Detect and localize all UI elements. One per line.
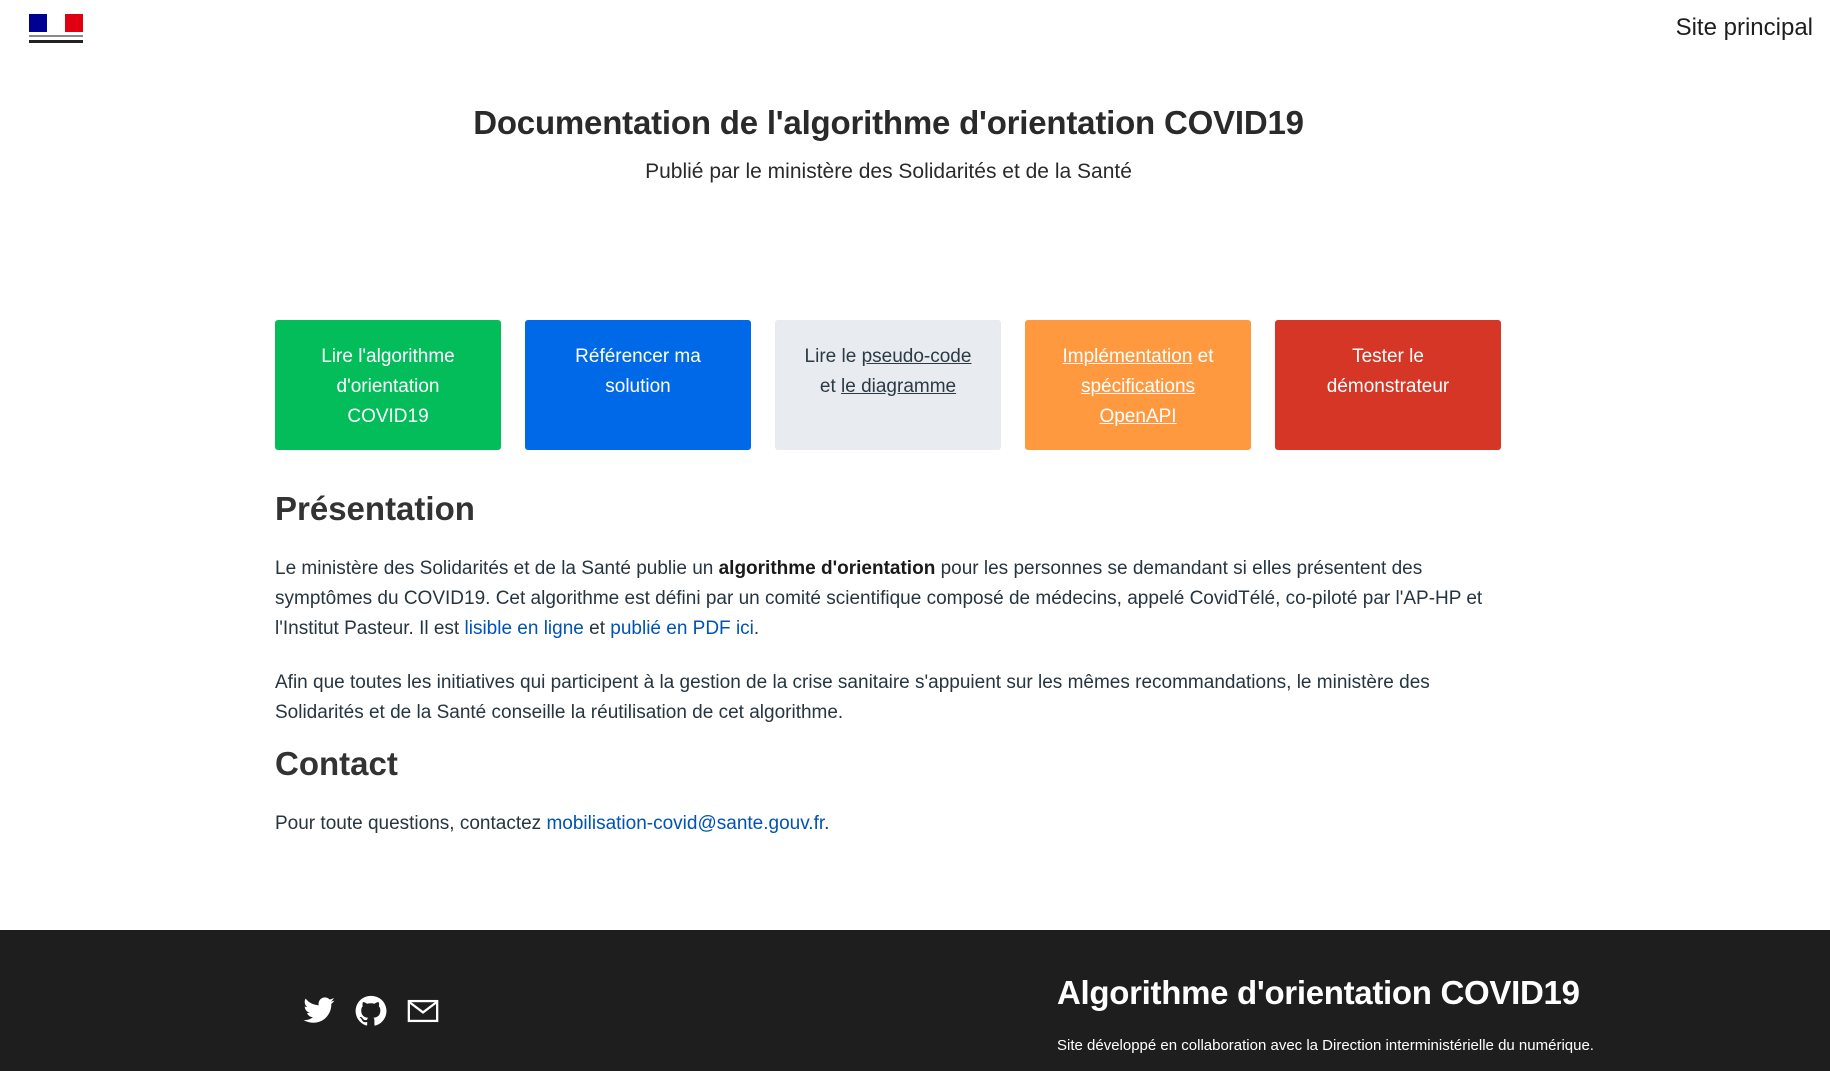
presentation-paragraph-1: Le ministère des Solidarités et de la Sa… xyxy=(275,554,1501,644)
diagramme-link[interactable]: le diagramme xyxy=(841,376,956,397)
card-pseudo-code-middle: et xyxy=(819,376,841,397)
card-referencer-solution[interactable]: Référencer ma solution xyxy=(525,320,751,450)
presentation-heading: Présentation xyxy=(275,490,475,527)
action-cards: Lire l'algorithme d'orientation COVID19 … xyxy=(275,320,1501,450)
p1-bold: algorithme d'orientation xyxy=(718,558,936,579)
lisible-en-ligne-link[interactable]: lisible en ligne xyxy=(465,618,584,639)
page-title: Documentation de l'algorithme d'orientat… xyxy=(473,104,1304,141)
publie-en-pdf-link[interactable]: publié en PDF ici xyxy=(610,618,754,639)
mail-icon[interactable] xyxy=(406,994,440,1028)
card-tester-demonstrateur-label: Tester le démonstrateur xyxy=(1326,346,1450,397)
contact-heading: Contact xyxy=(275,745,398,782)
site-principal-link[interactable]: Site principal xyxy=(1676,14,1813,42)
card-lire-algorithme[interactable]: Lire l'algorithme d'orientation COVID19 xyxy=(275,320,501,450)
card-implementation: Implémentation et spécifications OpenAPI xyxy=(1025,320,1251,450)
republique-francaise-logo[interactable] xyxy=(29,14,83,44)
card-referencer-solution-label: Référencer ma solution xyxy=(575,346,701,397)
twitter-icon[interactable] xyxy=(302,994,336,1028)
footer-description: Site développé en collaboration avec la … xyxy=(1057,1037,1594,1054)
page-subtitle: Publié par le ministère des Solidarités … xyxy=(645,160,1132,183)
presentation-paragraph-2: Afin que toutes les initiatives qui part… xyxy=(275,672,1430,723)
logo-motto xyxy=(29,35,83,37)
implementation-link[interactable]: Implémentation xyxy=(1062,346,1192,367)
p1-text-c: et xyxy=(583,618,611,639)
card-lire-algorithme-label: Lire l'algorithme d'orientation COVID19 xyxy=(321,346,455,427)
card-pseudo-code-prefix: Lire le xyxy=(804,346,862,367)
logo-wordmark xyxy=(29,40,83,43)
footer-title: Algorithme d'orientation COVID19 xyxy=(1057,974,1580,1011)
specifications-openapi-link[interactable]: spécifications OpenAPI xyxy=(1081,376,1195,427)
site-footer: Algorithme d'orientation COVID19 Site dé… xyxy=(0,930,1830,1071)
github-icon[interactable] xyxy=(354,994,388,1028)
p1-text-d: . xyxy=(753,618,760,639)
contact-text-a: Pour toute questions, contactez xyxy=(275,813,547,834)
social-links xyxy=(302,994,440,1028)
card-implementation-middle: et xyxy=(1192,346,1214,367)
contact-email-link[interactable]: mobilisation-covid@sante.gouv.fr xyxy=(546,813,824,834)
card-pseudo-code: Lire le pseudo-code et le diagramme xyxy=(775,320,1001,450)
contact-paragraph: Pour toute questions, contactez mobilisa… xyxy=(275,809,1501,839)
pseudo-code-link[interactable]: pseudo-code xyxy=(862,346,972,367)
p1-text-a: Le ministère des Solidarités et de la Sa… xyxy=(275,558,719,579)
site-header: Site principal xyxy=(0,0,1830,70)
card-tester-demonstrateur[interactable]: Tester le démonstrateur xyxy=(1275,320,1501,450)
french-flag-icon xyxy=(29,14,83,32)
main-content: Présentation Le ministère des Solidarité… xyxy=(275,490,1501,863)
contact-text-b: . xyxy=(824,813,830,834)
